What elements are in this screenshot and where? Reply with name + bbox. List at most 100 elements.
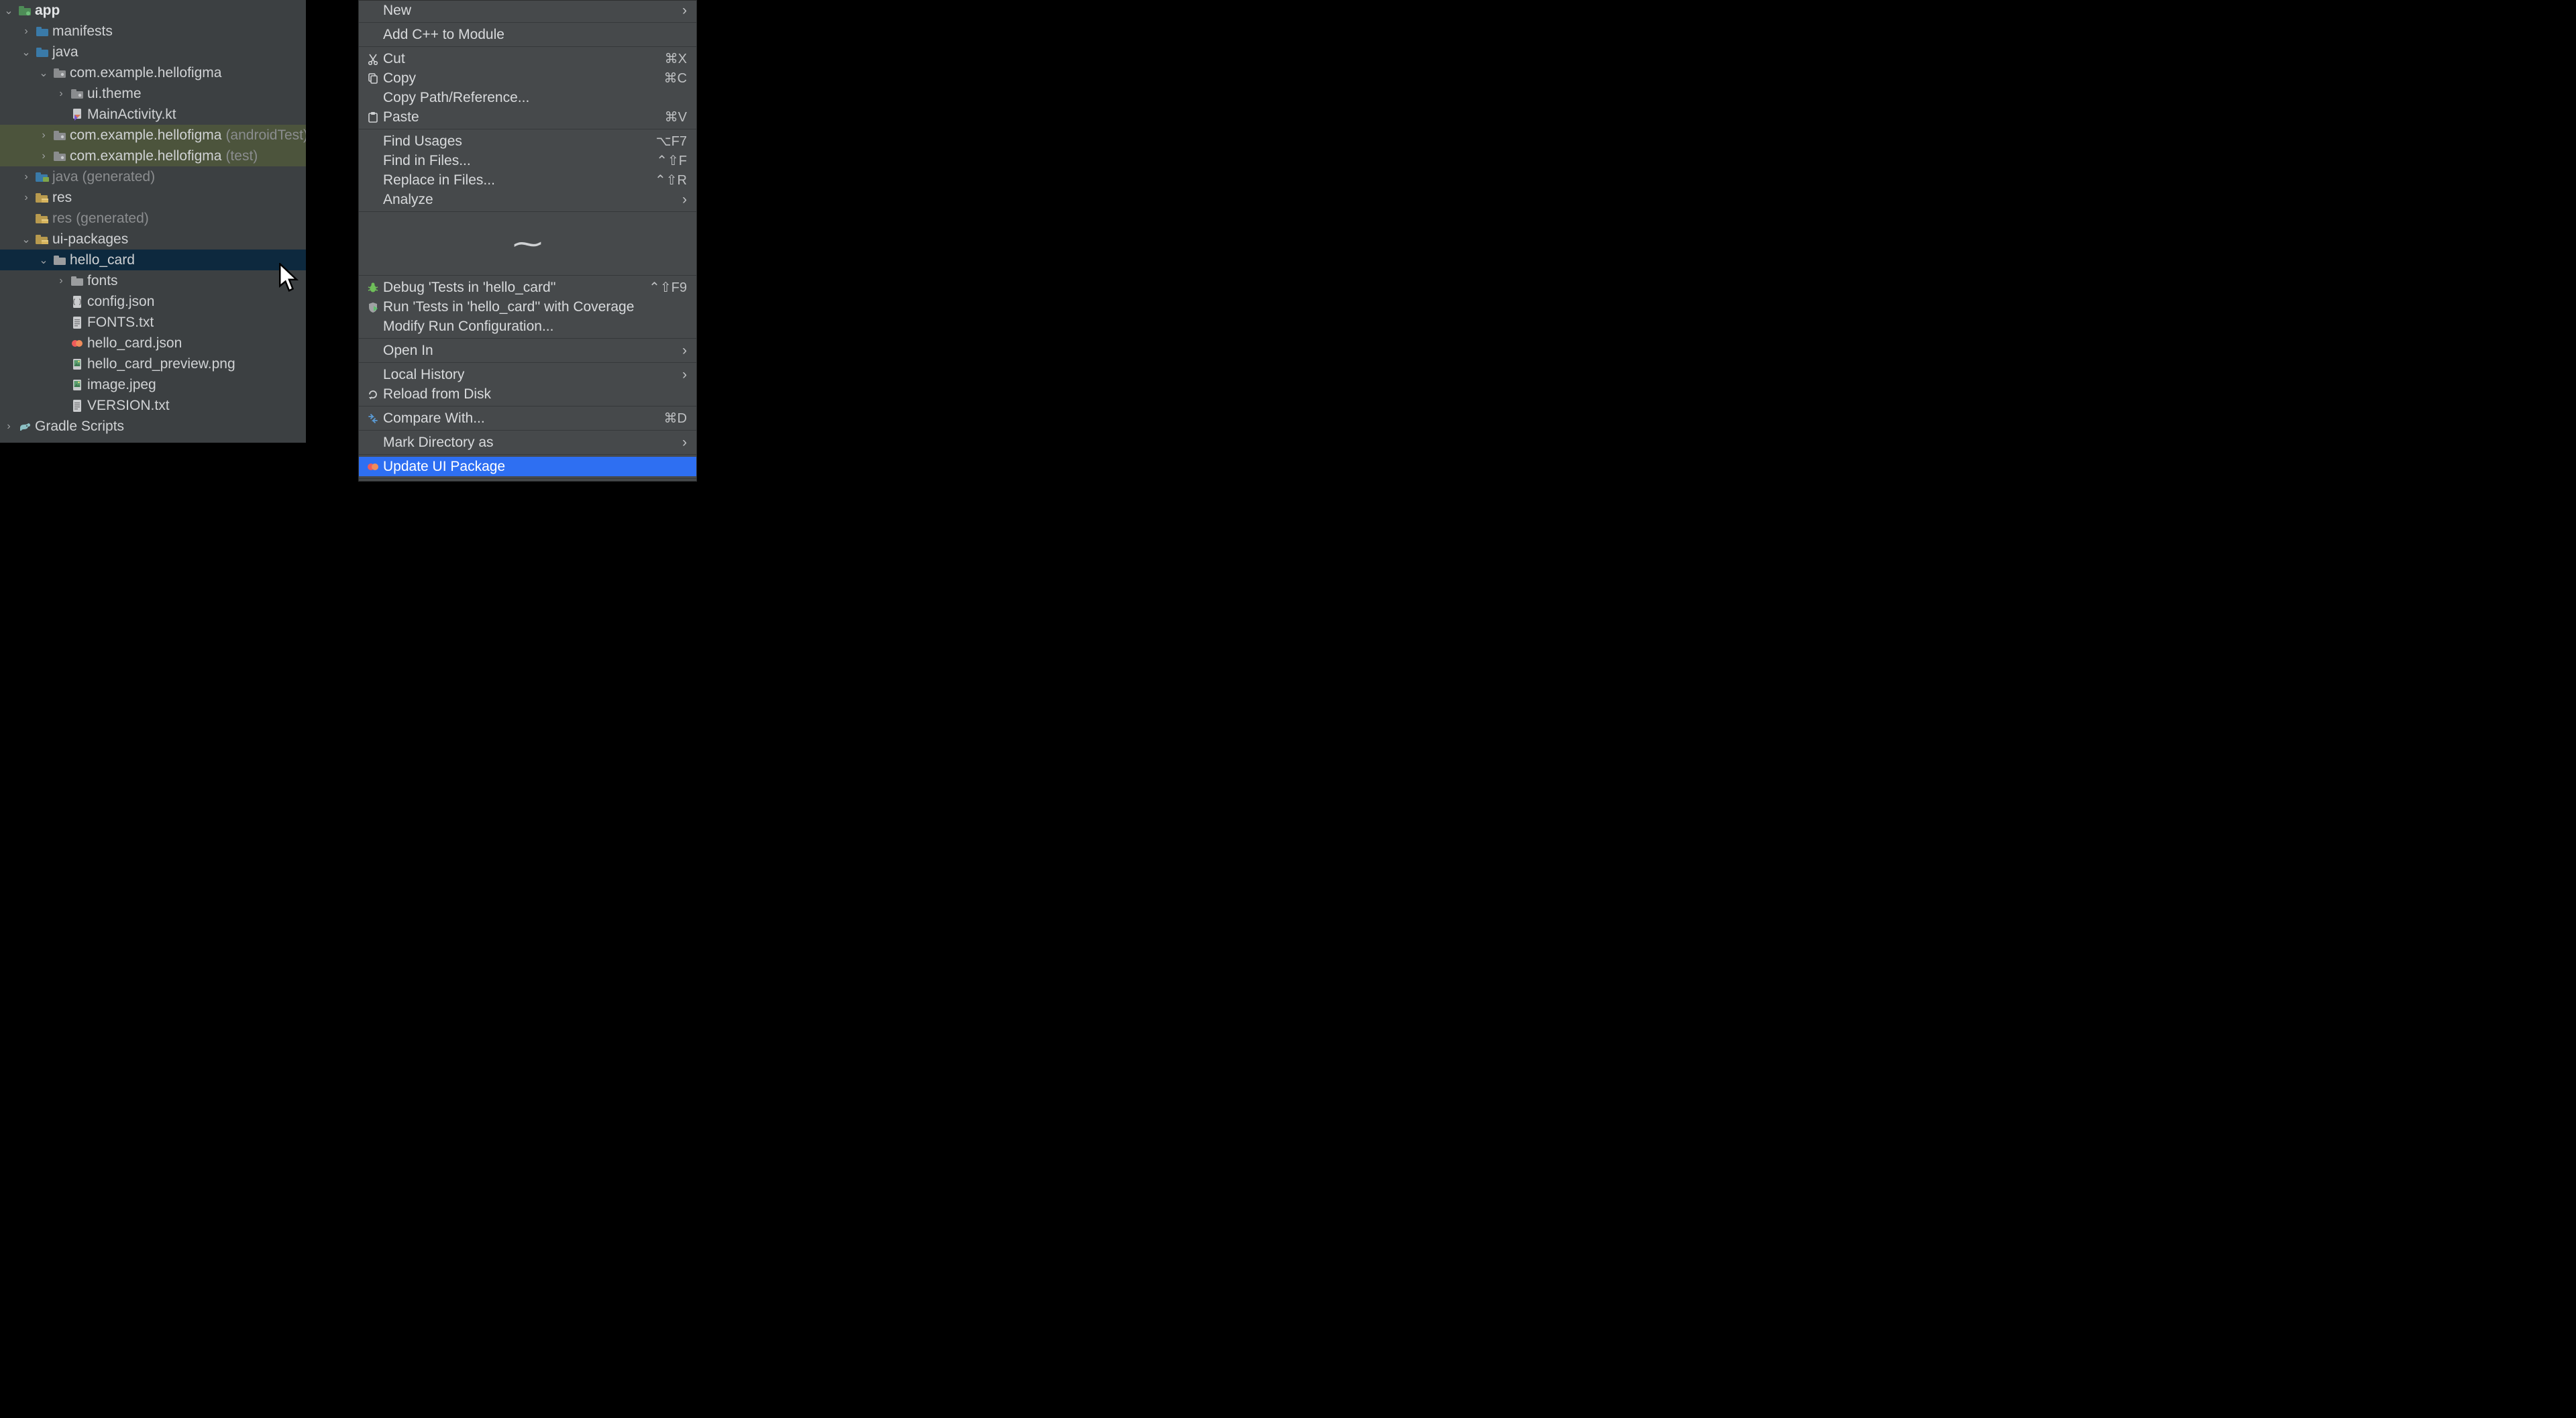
tree-row[interactable]: VERSION.txt (0, 395, 306, 416)
chevron-down-icon[interactable]: ⌄ (17, 233, 35, 246)
tree-row[interactable]: ⌄ app (0, 0, 306, 21)
tree-row[interactable]: ›com.example.hellofigma(test) (0, 146, 306, 166)
tree-row[interactable]: hello_card_preview.png (0, 353, 306, 374)
chevron-right-icon: › (682, 192, 687, 208)
menu-item-shortcut: ⌥F7 (656, 133, 687, 150)
menu-item-label: Reload from Disk (383, 386, 687, 402)
chevron-down-icon[interactable]: ⌄ (0, 4, 17, 17)
chevron-right-icon[interactable]: › (17, 25, 35, 38)
chevron-down-icon[interactable]: ⌄ (35, 66, 52, 80)
tree-item-label: manifests (52, 23, 113, 40)
menu-item-label: Run 'Tests in 'hello_card'' with Coverag… (383, 299, 687, 315)
tree-row[interactable]: ›java(generated) (0, 166, 306, 187)
tree-row[interactable]: ⌄hello_card (0, 250, 306, 270)
menu-item-label: Paste (383, 109, 665, 125)
tree-row[interactable]: res(generated) (0, 208, 306, 229)
menu-item[interactable]: Add C++ to Module (359, 25, 696, 44)
tree-row[interactable]: › fonts (0, 270, 306, 291)
tree-row[interactable]: ⌄java (0, 42, 306, 62)
menu-item[interactable]: Update UI Package (359, 457, 696, 476)
menu-item[interactable]: Run 'Tests in 'hello_card'' with Coverag… (359, 297, 696, 317)
chevron-right-icon[interactable]: › (52, 88, 70, 100)
tree-row[interactable]: image.jpeg (0, 374, 306, 395)
menu-item[interactable]: Paste⌘V (359, 107, 696, 127)
chevron-down-icon[interactable]: ⌄ (17, 46, 35, 59)
tree-item-label: config.json (87, 294, 154, 310)
menu-item[interactable]: Reload from Disk (359, 384, 696, 404)
tree-item-qualifier: (generated) (76, 211, 149, 227)
chevron-right-icon: › (682, 343, 687, 359)
menu-item[interactable]: Mark Directory as› (359, 433, 696, 452)
tree-item-label: image.jpeg (87, 377, 156, 393)
bug-icon (364, 282, 382, 294)
menu-item[interactable]: Replace in Files...⌃⇧R (359, 170, 696, 190)
tree-row[interactable]: › Gradle Scripts (0, 416, 306, 437)
image-icon (70, 378, 85, 392)
menu-item[interactable]: Copy⌘C (359, 68, 696, 88)
tree-row[interactable]: config.json (0, 291, 306, 312)
chevron-right-icon: › (682, 3, 687, 19)
chevron-right-icon[interactable]: › (17, 192, 35, 204)
chevron-right-icon[interactable]: › (0, 421, 17, 433)
tree-item-label: com.example.hellofigma (70, 148, 221, 164)
menu-item-label: Copy (383, 70, 664, 87)
tree-row[interactable]: FONTS.txt (0, 312, 306, 333)
tree-item-label: app (35, 3, 60, 19)
menu-ellipsis-gap: ⁓ (359, 214, 696, 273)
menu-item-label: Debug 'Tests in 'hello_card'' (383, 280, 649, 296)
json-icon (70, 294, 85, 309)
menu-item[interactable]: New› (359, 1, 696, 20)
menu-item-label: Replace in Files... (383, 172, 655, 188)
tree-row[interactable]: › manifests (0, 21, 306, 42)
chevron-down-icon[interactable]: ⌄ (35, 254, 52, 267)
tree-item-qualifier: (generated) (83, 169, 156, 185)
tree-item-label: Gradle Scripts (35, 419, 124, 435)
tree-row[interactable]: ›ui.theme (0, 83, 306, 104)
chevron-right-icon[interactable]: › (52, 275, 70, 287)
tree-row[interactable]: ⌄ui-packages (0, 229, 306, 250)
menu-separator (359, 338, 696, 339)
tree-item-qualifier: (androidTest) (225, 127, 306, 144)
cut-icon (364, 53, 382, 65)
chevron-right-icon[interactable]: › (35, 150, 52, 162)
coverage-icon (364, 301, 382, 313)
menu-item-shortcut: ⌃⇧F (656, 152, 687, 169)
tree-item-label: fonts (87, 273, 118, 289)
menu-item-label: Modify Run Configuration... (383, 319, 687, 335)
menu-item[interactable]: Copy Path/Reference... (359, 88, 696, 107)
tree-row[interactable]: hello_card.json (0, 333, 306, 353)
menu-item[interactable]: Analyze› (359, 190, 696, 209)
menu-item[interactable]: Debug 'Tests in 'hello_card''⌃⇧F9 (359, 278, 696, 297)
tree-row[interactable]: ›com.example.hellofigma(androidTest) (0, 125, 306, 146)
chevron-right-icon[interactable]: › (35, 129, 52, 142)
kotlin-file-icon (70, 107, 85, 122)
paste-icon (364, 111, 382, 123)
squiggle-icon: ⁓ (513, 227, 543, 261)
menu-item[interactable]: Modify Run Configuration... (359, 317, 696, 336)
project-tree: ⌄app›manifests⌄java⌄com.example.hellofig… (0, 0, 306, 443)
chevron-right-icon: › (682, 435, 687, 451)
tree-row[interactable]: MainActivity.kt (0, 104, 306, 125)
menu-item[interactable]: Local History› (359, 365, 696, 384)
menu-item[interactable]: Cut⌘X (359, 49, 696, 68)
text-file-icon (70, 315, 85, 330)
menu-item[interactable]: Find Usages⌥F7 (359, 131, 696, 151)
menu-item-label: Mark Directory as (383, 435, 682, 451)
chevron-right-icon[interactable]: › (17, 171, 35, 183)
menu-item[interactable]: Find in Files...⌃⇧F (359, 151, 696, 170)
folder-icon (35, 24, 50, 39)
tree-row[interactable]: ›res (0, 187, 306, 208)
menu-separator (359, 22, 696, 23)
res-folder-icon (35, 232, 50, 247)
package-icon (52, 66, 67, 80)
menu-separator (359, 362, 696, 363)
menu-item-label: Add C++ to Module (383, 27, 687, 43)
tree-row[interactable]: ⌄ com.example.hellofigma (0, 62, 306, 83)
tree-item-label: MainActivity.kt (87, 107, 176, 123)
menu-item[interactable]: Open In› (359, 341, 696, 360)
folder-gray-icon (52, 253, 67, 268)
menu-separator (359, 211, 696, 212)
menu-item-shortcut: ⌘X (665, 50, 687, 67)
menu-item[interactable]: Compare With...⌘D (359, 408, 696, 428)
tree-item-label: com.example.hellofigma (70, 65, 221, 81)
